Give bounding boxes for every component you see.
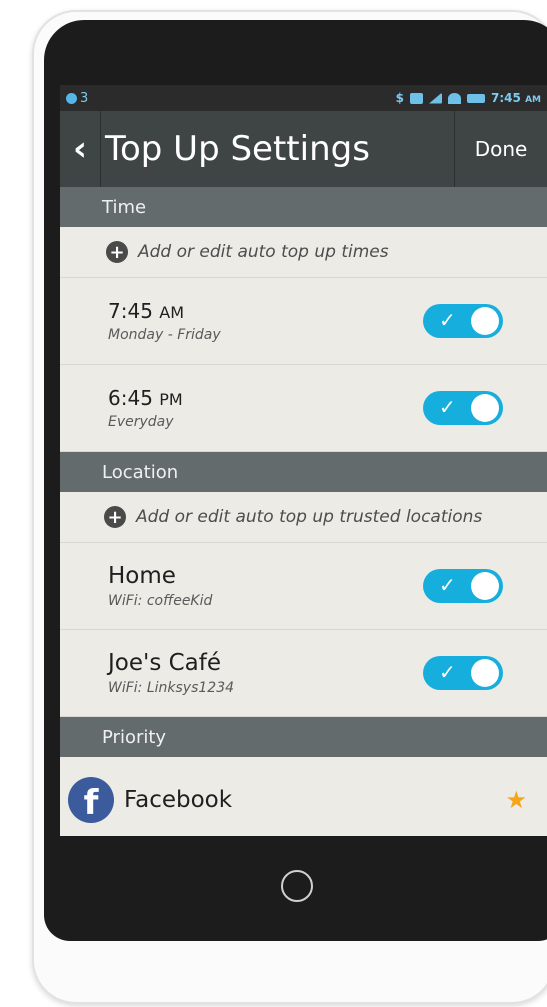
time-value: 6:45 PM: [108, 386, 183, 410]
section-header-time: Time: [60, 187, 547, 227]
time-value: 7:45 AM: [108, 299, 185, 323]
check-icon: ✓: [439, 660, 456, 684]
check-icon: ✓: [439, 395, 456, 419]
toggle-knob: [471, 307, 499, 335]
toggle-switch-location-1[interactable]: ✓: [423, 569, 503, 603]
toggle-switch-time-2[interactable]: ✓: [423, 391, 503, 425]
battery-icon: [467, 93, 486, 103]
add-time-button[interactable]: + Add or edit auto top up times: [60, 227, 547, 278]
location-name: Joe's Café: [108, 650, 222, 676]
star-icon[interactable]: ★: [505, 786, 527, 814]
toggle-knob: [471, 572, 499, 600]
page-title: Top Up Settings: [105, 129, 370, 169]
toggle-knob: [471, 394, 499, 422]
signal-icon: [429, 92, 443, 104]
wifi-icon: [448, 92, 462, 104]
add-location-label: Add or edit auto top up trusted location…: [136, 507, 483, 527]
list-item-location[interactable]: Joe's Café WiFi: Linksys1234 ✓: [60, 630, 547, 717]
add-time-label: Add or edit auto top up times: [138, 242, 389, 262]
check-icon: ✓: [439, 308, 456, 332]
toggle-knob: [471, 659, 499, 687]
plus-circle-icon: +: [106, 241, 128, 263]
toggle-switch-location-2[interactable]: ✓: [423, 656, 503, 690]
list-item-time[interactable]: 6:45 PM Everyday ✓: [60, 365, 547, 452]
chevron-left-icon: ‹: [72, 129, 87, 169]
app-screen: 3 $ 7:45 AM ‹ Top Up Settings Done Time …: [60, 85, 547, 836]
list-item-location[interactable]: Home WiFi: coffeeKid ✓: [60, 543, 547, 630]
section-header-priority: Priority: [60, 717, 547, 757]
add-location-button[interactable]: + Add or edit auto top up trusted locati…: [60, 492, 547, 543]
notification-count: 3: [80, 90, 89, 106]
location-name: Home: [108, 563, 176, 589]
time-days: Monday - Friday: [108, 327, 221, 343]
notification-icon: [66, 92, 77, 104]
list-item-time[interactable]: 7:45 AM Monday - Friday ✓: [60, 278, 547, 365]
app-header: ‹ Top Up Settings Done: [60, 111, 547, 187]
plus-circle-icon: +: [104, 506, 126, 528]
back-button[interactable]: ‹: [60, 111, 101, 187]
home-button[interactable]: [281, 870, 313, 902]
data-icon: [410, 92, 424, 104]
list-item-priority[interactable]: f Facebook ★: [60, 757, 547, 836]
carrier-symbol: $: [395, 91, 405, 105]
status-icons: $ 7:45 AM: [396, 91, 541, 105]
status-time: 7:45 AM: [491, 91, 541, 105]
status-bar: 3 $ 7:45 AM: [60, 85, 547, 111]
facebook-icon: f: [68, 777, 114, 823]
check-icon: ✓: [439, 573, 456, 597]
location-wifi: WiFi: coffeeKid: [108, 593, 213, 609]
toggle-switch-time-1[interactable]: ✓: [423, 304, 503, 338]
done-button[interactable]: Done: [454, 111, 547, 187]
priority-app-name: Facebook: [124, 787, 233, 813]
notification-indicator: 3: [66, 91, 88, 106]
section-header-location: Location: [60, 452, 547, 492]
location-wifi: WiFi: Linksys1234: [108, 680, 235, 696]
time-days: Everyday: [108, 414, 174, 430]
